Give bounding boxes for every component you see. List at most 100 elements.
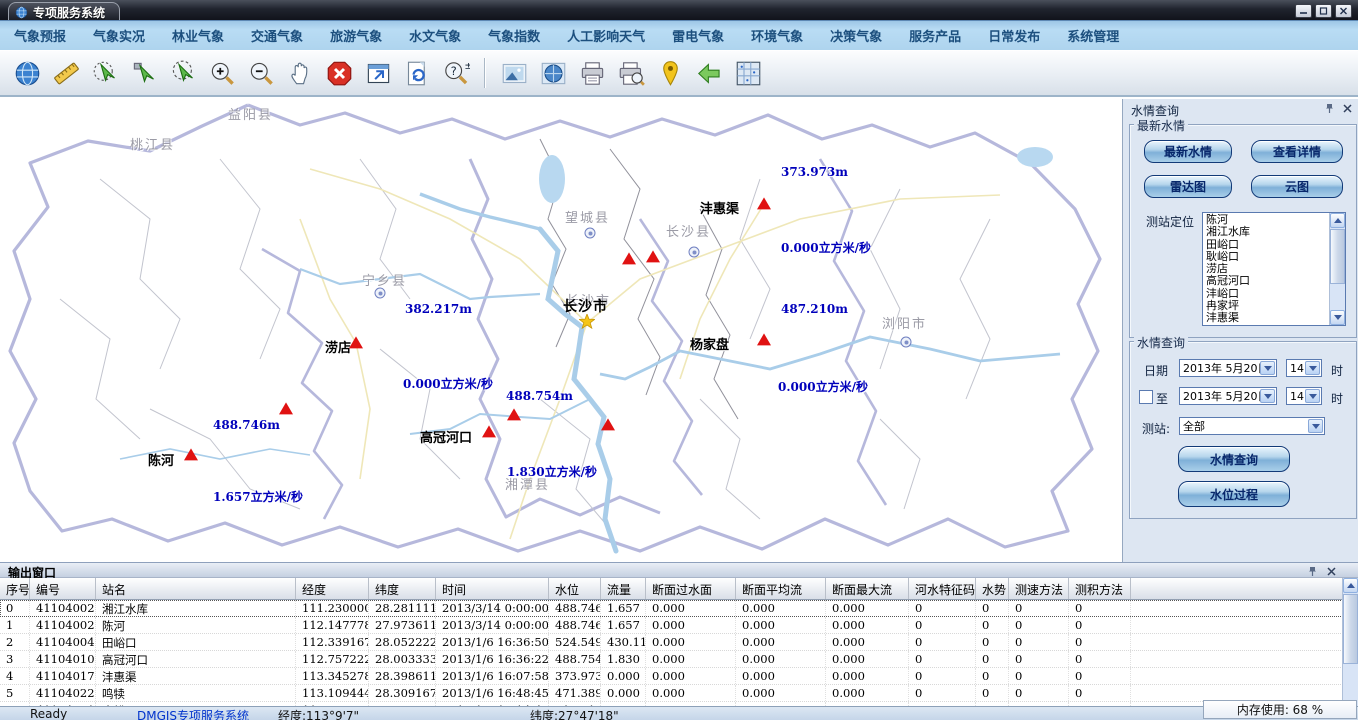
column-header-8[interactable]: 断面过水面 <box>646 578 736 599</box>
back-icon[interactable] <box>694 58 724 88</box>
hour-from-dropdown-icon[interactable] <box>1305 361 1320 375</box>
listbox-scrollbar[interactable] <box>1329 213 1345 325</box>
select-circle-icon[interactable] <box>90 58 120 88</box>
station-list-item-5[interactable]: 高冠河口 <box>1204 275 1329 287</box>
station-list-item-8[interactable]: 沣惠渠 <box>1204 312 1329 324</box>
output-close-icon[interactable] <box>1325 565 1338 578</box>
station-dropdown-icon[interactable] <box>1308 419 1323 433</box>
column-header-1[interactable]: 编号 <box>30 578 96 599</box>
globe-icon[interactable] <box>12 58 42 88</box>
menu-item-8[interactable]: 雷电气象 <box>672 26 724 45</box>
station-marker-icon[interactable] <box>646 250 660 262</box>
date-from-select[interactable]: 2013年 5月20日 <box>1179 359 1277 377</box>
table-row[interactable]: 041104002湘江水库111.23000028.2811112013/3/1… <box>0 600 1343 617</box>
station-marker-icon[interactable] <box>507 408 521 420</box>
date-from-dropdown-icon[interactable] <box>1260 361 1275 375</box>
print-icon[interactable] <box>577 58 607 88</box>
menu-item-10[interactable]: 决策气象 <box>830 26 882 45</box>
scroll-down-icon[interactable] <box>1330 310 1345 325</box>
date-to-select[interactable]: 2013年 5月20日 <box>1179 387 1277 405</box>
menu-item-6[interactable]: 气象指数 <box>488 26 540 45</box>
date-to-dropdown-icon[interactable] <box>1260 389 1275 403</box>
station-marker-icon[interactable] <box>184 448 198 460</box>
station-marker-icon[interactable] <box>757 333 771 345</box>
station-select[interactable]: 全部 <box>1179 417 1325 435</box>
station-marker-icon[interactable] <box>349 336 363 348</box>
hour-to-dropdown-icon[interactable] <box>1305 389 1320 403</box>
menu-item-4[interactable]: 旅游气象 <box>330 26 382 45</box>
panel-close-icon[interactable] <box>1341 102 1354 115</box>
radar-chart-button[interactable]: 雷达图 <box>1144 175 1232 198</box>
image-export-icon[interactable] <box>499 58 529 88</box>
latest-water-button[interactable]: 最新水情 <box>1144 140 1232 163</box>
refresh-icon[interactable] <box>402 58 432 88</box>
column-header-11[interactable]: 河水特征码 <box>909 578 976 599</box>
menu-item-3[interactable]: 交通气象 <box>251 26 303 45</box>
column-header-13[interactable]: 测速方法 <box>1009 578 1069 599</box>
pin-icon[interactable] <box>1323 102 1336 115</box>
table-row[interactable]: 341104010高冠河口112.75722228.0033332013/1/6… <box>0 651 1343 668</box>
station-marker-icon[interactable] <box>279 402 293 414</box>
station-marker-icon[interactable] <box>482 425 496 437</box>
column-header-12[interactable]: 水势 <box>976 578 1009 599</box>
column-header-6[interactable]: 水位 <box>549 578 601 599</box>
column-header-3[interactable]: 经度 <box>296 578 369 599</box>
column-header-5[interactable]: 时间 <box>436 578 549 599</box>
station-list-item-1[interactable]: 湘江水库 <box>1204 226 1329 238</box>
pan-icon[interactable] <box>285 58 315 88</box>
output-pin-icon[interactable] <box>1306 565 1319 578</box>
table-row[interactable]: 441104017沣惠渠113.34527828.3986112013/1/6 … <box>0 668 1343 685</box>
close-icon[interactable] <box>1335 4 1352 18</box>
column-header-7[interactable]: 流量 <box>601 578 646 599</box>
station-marker-icon[interactable] <box>601 418 615 430</box>
hour-to-select[interactable]: 14 <box>1286 387 1322 405</box>
grid-map-icon[interactable] <box>733 58 763 88</box>
table-row[interactable]: 141104002陈河112.14777827.9736112013/3/14 … <box>0 617 1343 634</box>
menu-item-9[interactable]: 环境气象 <box>751 26 803 45</box>
to-date-checkbox[interactable] <box>1139 390 1153 404</box>
column-header-0[interactable]: 序号 <box>0 578 30 599</box>
menu-item-13[interactable]: 系统管理 <box>1067 26 1119 45</box>
print-preview-icon[interactable] <box>616 58 646 88</box>
station-marker-icon[interactable] <box>622 252 636 264</box>
column-header-4[interactable]: 纬度 <box>369 578 436 599</box>
zoom-in-icon[interactable] <box>207 58 237 88</box>
column-header-14[interactable]: 测积方法 <box>1069 578 1131 599</box>
identify-icon[interactable]: ?± <box>441 58 471 88</box>
menu-item-11[interactable]: 服务产品 <box>909 26 961 45</box>
menu-item-5[interactable]: 水文气象 <box>409 26 461 45</box>
menu-item-12[interactable]: 日常发布 <box>988 26 1040 45</box>
menu-item-7[interactable]: 人工影响天气 <box>567 26 645 45</box>
table-row[interactable]: 241104004田峪口112.33916728.0522222013/1/6 … <box>0 634 1343 651</box>
cloud-image-button[interactable]: 云图 <box>1251 175 1343 198</box>
zoom-out-icon[interactable] <box>246 58 276 88</box>
table-row[interactable]: 541104022鸣犊113.10944428.3091672013/1/6 1… <box>0 685 1343 702</box>
measure-icon[interactable] <box>51 58 81 88</box>
menu-item-2[interactable]: 林业气象 <box>172 26 224 45</box>
column-header-10[interactable]: 断面最大流 <box>826 578 909 599</box>
stop-icon[interactable] <box>324 58 354 88</box>
water-query-button[interactable]: 水情查询 <box>1178 446 1290 472</box>
select-lasso-icon[interactable] <box>168 58 198 88</box>
output-scrollbar[interactable] <box>1342 578 1358 720</box>
column-header-2[interactable]: 站名 <box>96 578 296 599</box>
locate-pin-icon[interactable] <box>655 58 685 88</box>
world-image-icon[interactable] <box>538 58 568 88</box>
scroll-thumb[interactable] <box>1330 229 1345 284</box>
maximize-icon[interactable] <box>1315 4 1332 18</box>
hour-from-select[interactable]: 14 <box>1286 359 1322 377</box>
output-scroll-thumb[interactable] <box>1343 594 1358 664</box>
scroll-up-icon[interactable] <box>1330 213 1345 228</box>
select-arrow-icon[interactable] <box>129 58 159 88</box>
view-details-button[interactable]: 查看详情 <box>1251 140 1343 163</box>
output-scroll-up-icon[interactable] <box>1343 578 1358 593</box>
menu-item-0[interactable]: 气象预报 <box>14 26 66 45</box>
water-level-process-button[interactable]: 水位过程 <box>1178 481 1290 507</box>
column-header-9[interactable]: 断面平均流 <box>736 578 826 599</box>
station-marker-icon[interactable] <box>757 197 771 209</box>
menu-item-1[interactable]: 气象实况 <box>93 26 145 45</box>
window-export-icon[interactable] <box>363 58 393 88</box>
map-view[interactable]: 益阳县桃江县宁乡县望城县长沙县长沙市浏阳市湘潭县长沙市陈河涝店高冠河口沣惠渠杨家… <box>0 99 1122 562</box>
station-listbox[interactable]: 陈河湘江水库田峪口耿峪口涝店高冠河口沣峪口冉家坪沣惠渠 <box>1202 212 1346 326</box>
minimize-icon[interactable] <box>1295 4 1312 18</box>
